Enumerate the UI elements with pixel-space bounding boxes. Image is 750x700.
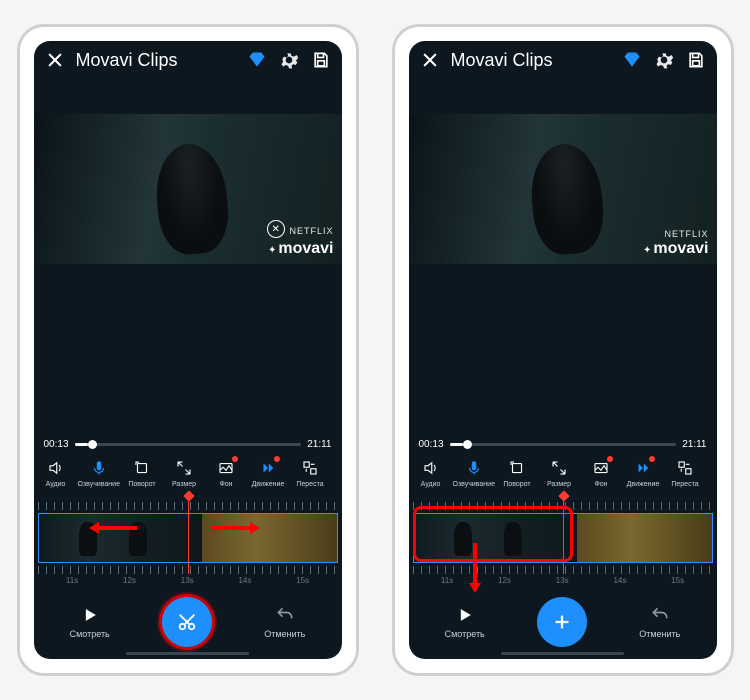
tool-row: Аудио Озвучивание Поворот Размер Фон Дви… xyxy=(409,454,717,496)
cut-fab-button[interactable] xyxy=(162,597,212,647)
tool-rearrange[interactable]: Переста xyxy=(665,458,705,488)
clip-segment-2[interactable] xyxy=(577,514,711,562)
phone-left: Movavi Clips ✕ NETFLIX ✦movavi xyxy=(18,25,358,675)
current-time: 00:13 xyxy=(44,439,69,450)
app-title: Movavi Clips xyxy=(76,50,236,71)
total-time: 21:11 xyxy=(307,439,331,450)
video-preview[interactable]: NETFLIX ✦movavi xyxy=(409,79,717,299)
remove-watermark-icon[interactable]: ✕ xyxy=(267,220,285,238)
bottom-bar: Смотреть Отменить xyxy=(34,591,342,659)
play-button[interactable]: Смотреть xyxy=(70,605,110,639)
tool-voice[interactable]: Озвучивание xyxy=(453,458,495,488)
tool-motion[interactable]: Движение xyxy=(248,458,288,488)
header-bar: Movavi Clips xyxy=(34,41,342,79)
timeline[interactable] xyxy=(34,496,342,574)
time-slider-row: 00:13 21:11 xyxy=(409,439,717,454)
time-marks: 11s12s13s14s15s xyxy=(409,574,717,591)
settings-gear-icon[interactable] xyxy=(278,49,300,71)
tool-audio[interactable]: Аудио xyxy=(411,458,451,488)
android-nav-indicator xyxy=(501,652,624,655)
tool-size[interactable]: Размер xyxy=(539,458,579,488)
tool-voice[interactable]: Озвучивание xyxy=(78,458,120,488)
play-button[interactable]: Смотреть xyxy=(445,605,485,639)
save-icon[interactable] xyxy=(685,49,707,71)
tool-rotate[interactable]: Поворот xyxy=(122,458,162,488)
annotation-arrow-right xyxy=(212,522,260,534)
watermark: NETFLIX ✦movavi xyxy=(643,229,709,258)
video-preview[interactable]: ✕ NETFLIX ✦movavi xyxy=(34,79,342,299)
app-screen: Movavi Clips NETFLIX ✦movavi 00:13 xyxy=(409,41,717,659)
app-title: Movavi Clips xyxy=(451,50,611,71)
close-icon[interactable] xyxy=(419,49,441,71)
header-bar: Movavi Clips xyxy=(409,41,717,79)
undo-button[interactable]: Отменить xyxy=(639,605,680,639)
android-nav-indicator xyxy=(126,652,249,655)
playback-slider[interactable] xyxy=(450,443,677,446)
time-slider-row: 00:13 21:11 xyxy=(34,439,342,454)
timeline[interactable] xyxy=(409,496,717,574)
premium-diamond-icon[interactable] xyxy=(246,49,268,71)
playback-slider[interactable] xyxy=(75,443,302,446)
annotation-arrow-down xyxy=(469,543,481,593)
tool-size[interactable]: Размер xyxy=(164,458,204,488)
annotation-clip-highlight xyxy=(413,506,573,562)
tool-background[interactable]: Фон xyxy=(206,458,246,488)
tool-motion[interactable]: Движение xyxy=(623,458,663,488)
tool-row: Аудио Озвучивание Поворот Размер Фон Дви… xyxy=(34,454,342,496)
save-icon[interactable] xyxy=(310,49,332,71)
watermark: ✕ NETFLIX ✦movavi xyxy=(267,222,334,258)
tool-background[interactable]: Фон xyxy=(581,458,621,488)
app-screen: Movavi Clips ✕ NETFLIX ✦movavi xyxy=(34,41,342,659)
bottom-bar: Смотреть Отменить xyxy=(409,591,717,659)
tool-rotate[interactable]: Поворот xyxy=(497,458,537,488)
tool-rearrange[interactable]: Переста xyxy=(290,458,330,488)
time-marks: 11s12s13s14s15s xyxy=(34,574,342,591)
annotation-arrow-left xyxy=(89,522,137,534)
playhead[interactable] xyxy=(188,496,190,574)
settings-gear-icon[interactable] xyxy=(653,49,675,71)
phone-right: Movavi Clips NETFLIX ✦movavi 00:13 xyxy=(393,25,733,675)
undo-button[interactable]: Отменить xyxy=(264,605,305,639)
total-time: 21:11 xyxy=(682,439,706,450)
premium-diamond-icon[interactable] xyxy=(621,49,643,71)
tool-audio[interactable]: Аудио xyxy=(36,458,76,488)
current-time: 00:13 xyxy=(419,439,444,450)
close-icon[interactable] xyxy=(44,49,66,71)
add-fab-button[interactable] xyxy=(537,597,587,647)
